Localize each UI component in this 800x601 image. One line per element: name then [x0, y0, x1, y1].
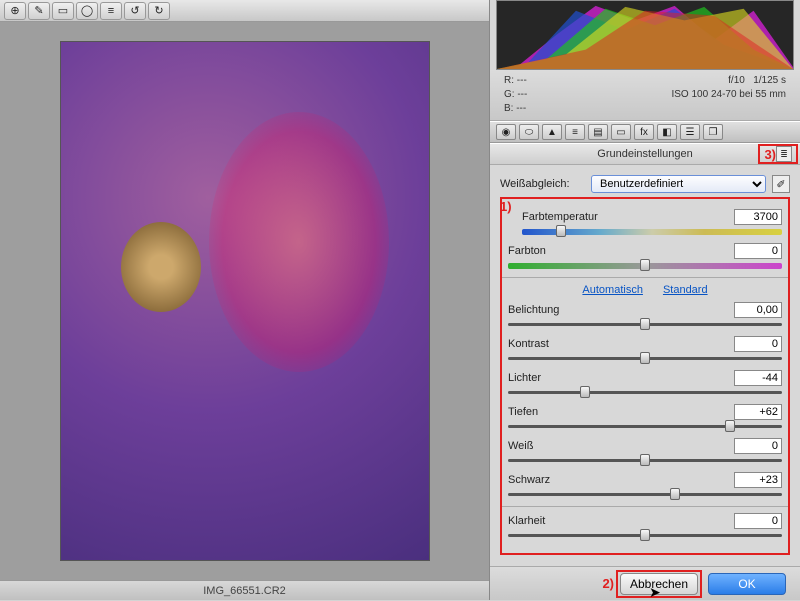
slider-label: Farbtemperatur — [522, 211, 598, 223]
tab-hsl-icon[interactable]: ≡ — [565, 124, 585, 140]
exposure-track[interactable] — [508, 320, 782, 330]
rotate-cw-icon[interactable]: ↻ — [148, 2, 170, 20]
slider-label: Kontrast — [508, 338, 549, 350]
rotate-ccw-icon[interactable]: ↺ — [124, 2, 146, 20]
tab-curve-icon[interactable]: ⬭ — [519, 124, 539, 140]
adjustments-pane: R: --- G: --- B: --- f/10 1/125 s ISO 10… — [490, 0, 800, 600]
tab-fx-icon[interactable]: fx — [634, 124, 654, 140]
tab-lens-icon[interactable]: ▭ — [611, 124, 631, 140]
auto-link[interactable]: Automatisch — [582, 284, 643, 296]
readout-g: G: --- — [504, 88, 527, 102]
readout-r: R: --- — [504, 74, 527, 88]
slider-label: Weiß — [508, 440, 533, 452]
tint-input[interactable] — [734, 243, 782, 259]
slider-shadows: Tiefen — [508, 404, 782, 432]
slider-label: Klarheit — [508, 515, 545, 527]
panel-title: Grundeinstellungen — [597, 148, 692, 160]
preview-toolbar: ⊕ ✎ ▭ ◯ ≡ ↺ ↻ — [0, 0, 489, 22]
annotation-1-label: 1) — [500, 199, 512, 214]
slider-label: Tiefen — [508, 406, 538, 418]
slider-blacks: Schwarz — [508, 472, 782, 500]
tint-track[interactable] — [508, 261, 782, 271]
wb-eyedropper-icon[interactable]: ✐ — [772, 175, 790, 193]
contrast-input[interactable] — [734, 336, 782, 352]
panel-header: Grundeinstellungen ≣ 3) — [490, 143, 800, 165]
wb-label: Weißabgleich: — [500, 178, 585, 190]
ok-button[interactable]: OK — [708, 573, 786, 595]
slider-whites: Weiß — [508, 438, 782, 466]
exposure-input[interactable] — [734, 302, 782, 318]
image-preview-pane: ⊕ ✎ ▭ ◯ ≡ ↺ ↻ IMG_66551.CR2 — [0, 0, 490, 600]
slider-highlights: Lichter — [508, 370, 782, 398]
info-readout: R: --- G: --- B: --- f/10 1/125 s ISO 10… — [490, 70, 800, 121]
tab-basic-icon[interactable]: ◉ — [496, 124, 516, 140]
slider-label: Belichtung — [508, 304, 559, 316]
zoom-tool-icon[interactable]: ⊕ — [4, 2, 26, 20]
slider-temperature: Farbtemperatur — [522, 209, 782, 237]
blacks-input[interactable] — [734, 472, 782, 488]
tab-camera-icon[interactable]: ◧ — [657, 124, 677, 140]
shadows-input[interactable] — [734, 404, 782, 420]
blacks-track[interactable] — [508, 490, 782, 500]
annotation-2-label: 2) — [602, 576, 614, 591]
shadows-track[interactable] — [508, 422, 782, 432]
slider-label: Lichter — [508, 372, 541, 384]
oval-tool-icon[interactable]: ◯ — [76, 2, 98, 20]
panel-tabs: ◉ ⬭ ▲ ≡ ▤ ▭ fx ◧ ☰ ❐ — [490, 121, 800, 143]
temperature-input[interactable] — [734, 209, 782, 225]
dialog-footer: 2) Abbrechen ➤ OK — [490, 566, 800, 600]
slider-tint: Farbton — [508, 243, 782, 271]
whites-track[interactable] — [508, 456, 782, 466]
preview-canvas[interactable] — [0, 22, 489, 580]
annotation-3-label: 3) — [764, 147, 776, 162]
brush-tool-icon[interactable]: ✎ — [28, 2, 50, 20]
slider-label: Schwarz — [508, 474, 550, 486]
window-tool-icon[interactable]: ▭ — [52, 2, 74, 20]
wb-select[interactable]: Benutzerdefiniert — [591, 175, 766, 193]
standard-link[interactable]: Standard — [663, 284, 708, 296]
sliders-group: 1) Farbtemperatur Farbton Automatisch St… — [500, 197, 790, 555]
contrast-track[interactable] — [508, 354, 782, 364]
readout-iso-lens: ISO 100 24-70 bei 55 mm — [671, 88, 786, 102]
highlights-track[interactable] — [508, 388, 782, 398]
slider-contrast: Kontrast — [508, 336, 782, 364]
readout-shutter: 1/125 s — [753, 75, 786, 86]
slider-label: Farbton — [508, 245, 546, 257]
whites-input[interactable] — [734, 438, 782, 454]
temperature-track[interactable] — [522, 227, 782, 237]
tab-presets-icon[interactable]: ☰ — [680, 124, 700, 140]
tab-split-icon[interactable]: ▤ — [588, 124, 608, 140]
panel-menu-icon[interactable]: ≣ — [776, 146, 792, 162]
slider-exposure: Belichtung — [508, 302, 782, 330]
tab-detail-icon[interactable]: ▲ — [542, 124, 562, 140]
photo-preview — [60, 41, 430, 561]
tab-snapshot-icon[interactable]: ❐ — [703, 124, 723, 140]
filename-label: IMG_66551.CR2 — [0, 580, 489, 600]
highlights-input[interactable] — [734, 370, 782, 386]
clarity-track[interactable] — [508, 531, 782, 541]
histogram[interactable] — [496, 0, 794, 70]
list-tool-icon[interactable]: ≡ — [100, 2, 122, 20]
cursor-icon: ➤ — [649, 584, 661, 601]
basic-panel-body: Weißabgleich: Benutzerdefiniert ✐ 1) Far… — [490, 165, 800, 566]
readout-b: B: --- — [504, 102, 527, 116]
slider-clarity: Klarheit — [508, 513, 782, 541]
clarity-input[interactable] — [734, 513, 782, 529]
readout-aperture: f/10 — [728, 75, 745, 86]
